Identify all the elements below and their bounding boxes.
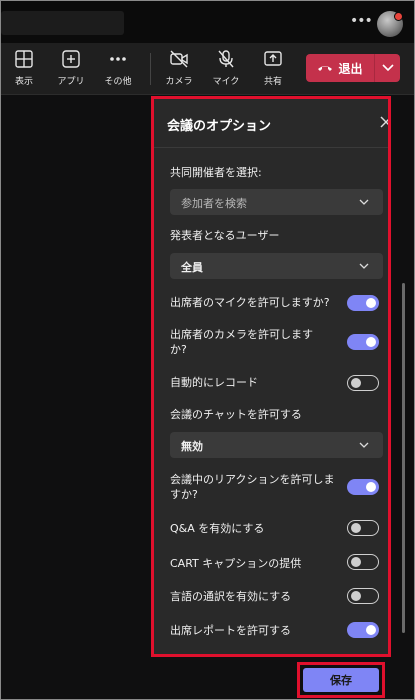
leave-label: 退出: [338, 61, 363, 76]
qa-label: Q&A を有効にする: [170, 522, 265, 535]
meeting-toolbar: 表示 アプリ その他 カメラ マイク 共有 退出: [1, 43, 414, 95]
qa-toggle[interactable]: [347, 520, 379, 536]
cohost-search-dropdown[interactable]: 参加者を検索: [170, 189, 383, 215]
cohost-label: 共同開催者を選択:: [170, 166, 262, 179]
share-screen-icon: [264, 51, 282, 66]
video-stage: [1, 95, 149, 699]
add-app-icon: [62, 50, 80, 68]
attendance-toggle[interactable]: [347, 622, 379, 638]
apps-label: アプリ: [57, 77, 85, 87]
mic-label: マイク: [212, 77, 240, 87]
view-label: 表示: [14, 77, 33, 87]
allow-camera-toggle[interactable]: [347, 334, 379, 350]
status-badge: [394, 12, 403, 21]
panel-scrollbar[interactable]: [402, 283, 405, 633]
share-label: 共有: [263, 77, 282, 87]
panel-body: 共同開催者を選択: 参加者を検索 発表者となるユーザー 全員 出席者のマイクを許…: [154, 147, 388, 654]
apps-button[interactable]: アプリ: [51, 49, 91, 87]
leave-button-group: 退出: [306, 54, 400, 82]
grid-view-icon: [15, 50, 33, 68]
presenters-dropdown[interactable]: 全員: [170, 253, 383, 279]
save-highlight: 保存: [297, 662, 385, 698]
chevron-down-icon: [359, 199, 369, 205]
chat-value: 無効: [181, 440, 203, 453]
mic-button[interactable]: マイク: [206, 49, 246, 87]
view-button[interactable]: 表示: [4, 49, 44, 87]
interpretation-label: 言語の通訳を有効にする: [170, 590, 292, 603]
camera-label: カメラ: [165, 77, 193, 87]
interpretation-toggle[interactable]: [347, 588, 379, 604]
more-label: その他: [104, 77, 132, 87]
panel-header: 会議のオプション: [154, 99, 388, 147]
attendance-label: 出席レポートを許可する: [170, 624, 291, 637]
reactions-toggle[interactable]: [347, 479, 379, 495]
title-bar: •••: [1, 1, 414, 43]
leave-options-button[interactable]: [375, 54, 400, 82]
camera-off-icon: [170, 50, 188, 68]
toolbar-divider: [150, 53, 151, 85]
save-button[interactable]: 保存: [303, 668, 379, 692]
ellipsis-icon: [110, 57, 126, 61]
save-label: 保存: [330, 674, 352, 687]
chevron-down-icon: [359, 442, 369, 448]
chat-label: 会議のチャットを許可する: [170, 408, 302, 421]
close-icon[interactable]: [378, 114, 391, 130]
allow-mic-label: 出席者のマイクを許可しますか?: [170, 296, 330, 309]
more-options-icon[interactable]: •••: [350, 13, 373, 29]
cart-toggle[interactable]: [347, 554, 379, 570]
mic-off-icon: [218, 50, 234, 68]
chevron-down-icon: [381, 64, 394, 72]
cohost-placeholder: 参加者を検索: [181, 197, 247, 210]
cart-label: CART キャプションの提供: [170, 557, 302, 570]
search-box[interactable]: [1, 11, 124, 35]
auto-record-label: 自動的にレコード: [170, 376, 258, 389]
chat-dropdown[interactable]: 無効: [170, 432, 383, 458]
hang-up-icon: [318, 66, 333, 71]
presenters-label: 発表者となるユーザー: [170, 229, 280, 242]
reactions-label: 会議中のリアクションを許可しますか?: [170, 473, 335, 501]
meeting-options-panel: 会議のオプション 共同開催者を選択: 参加者を検索 発表者となるユーザー 全員 …: [151, 96, 391, 657]
panel-title: 会議のオプション: [167, 119, 272, 134]
share-button[interactable]: 共有: [253, 49, 293, 87]
camera-button[interactable]: カメラ: [159, 49, 199, 87]
leave-button[interactable]: 退出: [306, 54, 374, 82]
more-button[interactable]: その他: [98, 49, 138, 87]
auto-record-toggle[interactable]: [347, 375, 379, 391]
allow-mic-toggle[interactable]: [347, 295, 379, 311]
presenters-value: 全員: [181, 261, 203, 274]
allow-camera-label: 出席者のカメラを許可しますか?: [170, 328, 313, 356]
chevron-down-icon: [359, 263, 369, 269]
